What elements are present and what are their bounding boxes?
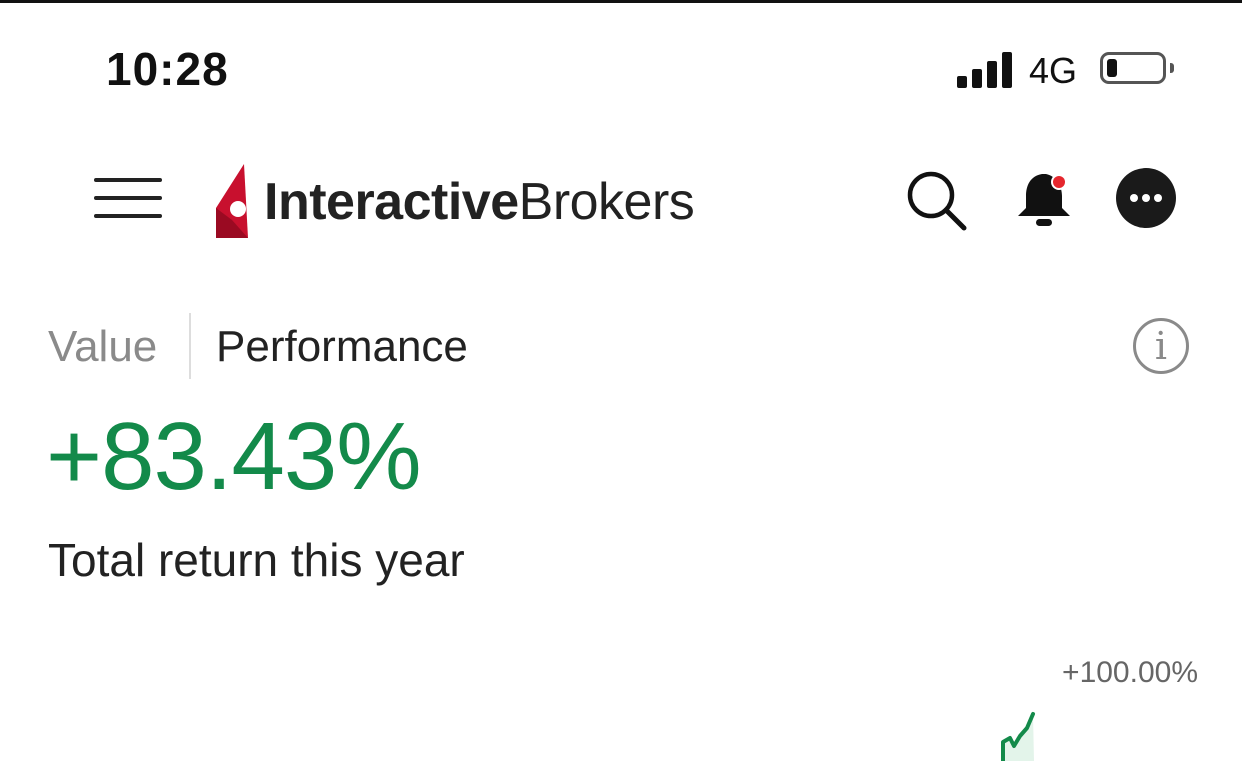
signal-bars-icon bbox=[957, 52, 1015, 88]
chart-axis-max-label: +100.00% bbox=[1062, 656, 1198, 689]
tab-value[interactable]: Value bbox=[48, 322, 157, 372]
logo-mark-icon bbox=[216, 164, 248, 238]
logo-text: InteractiveBrokers bbox=[264, 173, 695, 231]
top-edge-line bbox=[0, 0, 1242, 3]
total-return-value: +83.43% bbox=[46, 403, 422, 510]
status-time: 10:28 bbox=[106, 43, 229, 95]
network-label: 4G bbox=[1029, 50, 1078, 91]
battery-icon bbox=[1100, 52, 1166, 84]
bell-icon[interactable] bbox=[1012, 166, 1076, 230]
tab-performance[interactable]: Performance bbox=[216, 322, 468, 372]
menu-icon[interactable] bbox=[94, 178, 162, 222]
more-icon[interactable] bbox=[1115, 167, 1177, 229]
search-icon[interactable] bbox=[904, 168, 968, 232]
info-icon[interactable]: i bbox=[1133, 318, 1189, 374]
notification-dot bbox=[1053, 176, 1065, 188]
performance-chart[interactable] bbox=[0, 700, 1242, 761]
battery-tip bbox=[1170, 63, 1174, 73]
brand-logo: InteractiveBrokers bbox=[214, 162, 695, 242]
tab-divider bbox=[189, 313, 191, 379]
total-return-caption: Total return this year bbox=[48, 534, 465, 586]
